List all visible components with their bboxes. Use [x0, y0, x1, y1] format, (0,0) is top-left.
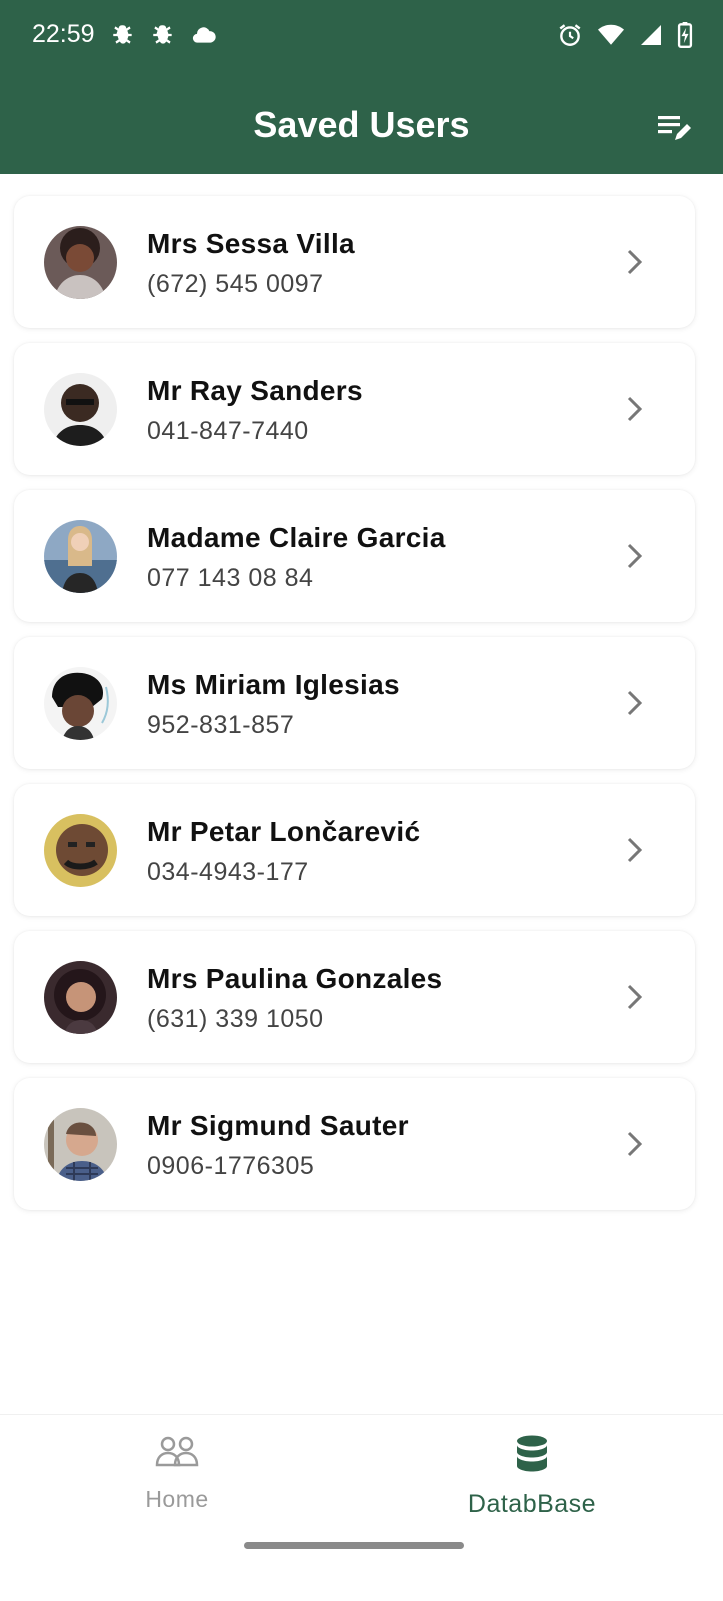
- user-avatar: [44, 961, 117, 1034]
- app-bar: 22:59 Saved Users: [0, 0, 723, 174]
- user-avatar: [44, 1108, 117, 1181]
- nav-database-label: DatabBase: [467, 1490, 597, 1518]
- chevron-right-icon: [627, 249, 643, 275]
- user-avatar: [44, 667, 117, 740]
- chevron-right-icon: [627, 690, 643, 716]
- chevron-right-icon: [627, 543, 643, 569]
- user-phone: 0906-1776305: [147, 1152, 315, 1180]
- cloud-icon: [192, 27, 216, 43]
- notification-icons: [110, 22, 218, 48]
- nav-database[interactable]: DatabBase: [432, 1435, 632, 1519]
- user-card[interactable]: Mr Sigmund Sauter 0906-1776305: [14, 1078, 695, 1210]
- nav-home-label: Home: [145, 1486, 209, 1512]
- status-time: 22:59: [32, 20, 95, 48]
- user-name: Madame Claire Garcia: [147, 522, 446, 553]
- chevron-right-icon: [627, 837, 643, 863]
- user-avatar: [44, 814, 117, 887]
- edit-list-button[interactable]: [655, 108, 695, 148]
- user-card[interactable]: Ms Miriam Iglesias 952-831-857: [14, 637, 695, 769]
- battery-charging-icon: [677, 22, 693, 48]
- nav-home[interactable]: Home: [77, 1435, 277, 1513]
- database-icon: [517, 1435, 547, 1472]
- page-title: Saved Users: [253, 104, 470, 145]
- wifi-icon: [598, 24, 624, 45]
- system-icons: [557, 22, 693, 48]
- user-name: Mr Sigmund Sauter: [147, 1110, 409, 1141]
- signal-icon: [641, 25, 661, 45]
- saved-users-list: Mrs Sessa Villa (672) 545 0097 Mr Ray Sa…: [14, 196, 695, 1225]
- notification-bug-icon: [153, 25, 172, 44]
- bottom-navigation: Home DatabBase: [0, 1414, 723, 1601]
- user-phone: (631) 339 1050: [147, 1005, 324, 1033]
- user-name: Mrs Sessa Villa: [147, 228, 355, 259]
- user-card[interactable]: Madame Claire Garcia 077 143 08 84: [14, 490, 695, 622]
- user-phone: 077 143 08 84: [147, 564, 314, 592]
- user-avatar: [44, 226, 117, 299]
- user-avatar: [44, 373, 117, 446]
- gesture-home-indicator[interactable]: [244, 1542, 464, 1549]
- user-name: Mrs Paulina Gonzales: [147, 963, 443, 994]
- user-card[interactable]: Mrs Paulina Gonzales (631) 339 1050: [14, 931, 695, 1063]
- user-phone: 041-847-7440: [147, 417, 309, 445]
- user-phone: (672) 545 0097: [147, 270, 324, 298]
- user-phone: 952-831-857: [147, 711, 295, 739]
- chevron-right-icon: [627, 1131, 643, 1157]
- user-card[interactable]: Mr Ray Sanders 041-847-7440: [14, 343, 695, 475]
- edit-list-icon: [658, 116, 691, 140]
- user-name: Ms Miriam Iglesias: [147, 669, 400, 700]
- chevron-right-icon: [627, 984, 643, 1010]
- user-name: Mr Ray Sanders: [147, 375, 363, 406]
- notification-bug-icon: [113, 25, 132, 44]
- user-avatar: [44, 520, 117, 593]
- user-card[interactable]: Mr Petar Lončarević 034-4943-177: [14, 784, 695, 916]
- user-phone: 034-4943-177: [147, 858, 309, 886]
- user-card[interactable]: Mrs Sessa Villa (672) 545 0097: [14, 196, 695, 328]
- users-icon: [155, 1436, 199, 1467]
- alarm-icon: [559, 24, 581, 46]
- user-name: Mr Petar Lončarević: [147, 816, 421, 847]
- chevron-right-icon: [627, 396, 643, 422]
